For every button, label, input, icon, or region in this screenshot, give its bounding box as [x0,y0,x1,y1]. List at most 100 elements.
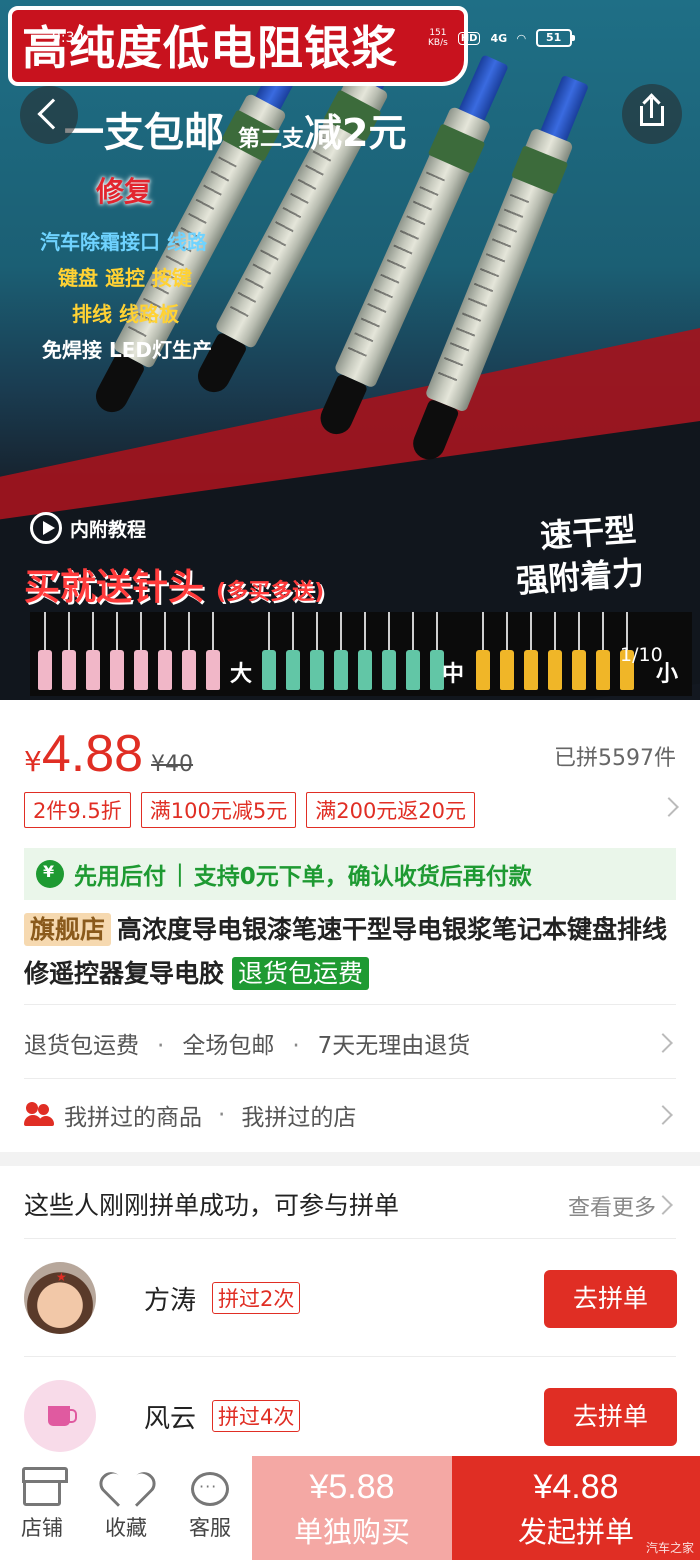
pay-later-banner[interactable]: 先用后付 | 支持0元下单，确认收货后再付款 [24,848,676,900]
strong-adhesion-text: 强附着力 [514,553,646,601]
chevron-right-icon [653,1105,673,1125]
chevron-right-icon [653,1195,673,1215]
needle-green [262,612,276,690]
buy-alone-button[interactable]: ¥5.88 单独购买 [252,1456,452,1560]
needle-yellow [596,612,610,690]
needle-yellow [500,612,514,690]
coupon-tag[interactable]: 满200元返20元 [306,792,476,828]
needle-pink [206,612,220,690]
return-shipping-tag: 退货包运费 [232,957,370,990]
chevron-right-icon [659,797,679,817]
divider [24,1078,676,1079]
service-item: 全场包邮 [182,1033,275,1059]
original-price: ¥40 [151,752,194,777]
gift-sub: (多买多送) [216,580,325,605]
feature-line: 键盘 遥控 按键 [58,266,192,290]
current-price: 4.88 [41,725,144,783]
needle-green [334,612,348,690]
needle-strip: 大 中 小 [30,612,692,696]
history-shops[interactable]: 我拼过的店 [241,1098,356,1132]
feature-heading: 修复 [96,175,153,208]
promo-text: 一支包邮 第二支减2元 [64,100,406,158]
chevron-left-icon [37,98,69,130]
tab-favorite[interactable]: 收藏 [86,1472,166,1542]
group-heading: 这些人刚刚拼单成功，可参与拼单 [24,1191,400,1220]
chat-icon [191,1472,229,1506]
pay-later-text: 支持0元下单，确认收货后再付款 [193,864,532,890]
member-times-badge: 拼过2次 [212,1282,301,1314]
tab-service-label: 客服 [189,1516,231,1540]
needle-green [286,612,300,690]
member-times-badge: 拼过4次 [212,1400,301,1432]
size-medium: 中 [442,662,465,687]
avatar [24,1380,96,1452]
signal-icon: 4G [490,31,508,45]
product-page: 高纯度低电阻银浆 9:30 151 KB/s HD 4G ◠ 51 一支包邮 第二支… [0,0,700,1560]
needle-green [310,612,324,690]
buy-alone-label: 单独购买 [293,1515,410,1549]
needle-green [382,612,396,690]
gift-text: 买就送针头 (多买多送) [24,558,324,610]
pay-later-divider: | [176,861,184,887]
join-group-button[interactable]: 去拼单 [544,1270,677,1328]
member-name: 风云 [144,1404,197,1434]
hd-icon: HD [457,31,481,45]
image-counter: 1/10 [620,644,663,666]
coupon-arrow[interactable] [659,797,679,817]
battery-icon: 51 [535,29,575,47]
promo-one: 一支包邮 [64,110,224,156]
flagship-badge: 旗舰店 [24,913,112,946]
member-name: 方涛 [144,1286,197,1316]
needle-pink [62,612,76,690]
history-row[interactable]: 我拼过的商品 · 我拼过的店 [24,1098,356,1132]
needle-yellow [476,612,490,690]
needle-yellow [524,612,538,690]
service-arrow[interactable] [653,1033,673,1053]
start-group-button[interactable]: ¥4.88 发起拼单 汽车之家 [452,1456,700,1560]
needle-green [358,612,372,690]
pay-later-label: 先用后付 [74,864,166,890]
play-icon [30,512,62,544]
gift-main: 买就送针头 [24,567,205,608]
price-row: ¥ 4.88 ¥40 [24,724,193,784]
history-goods[interactable]: 我拼过的商品 [64,1098,202,1132]
status-bar-right: 151 KB/s HD 4G ◠ 51 [428,26,575,50]
feature-line: 免焊接 LED灯生产 [42,338,212,362]
needle-pink [134,612,148,690]
coupon-list[interactable]: 2件9.5折 满100元减5元 满200元返20元 [24,792,476,828]
pay-later-icon [36,860,64,888]
join-group-button[interactable]: 去拼单 [544,1388,677,1446]
group-member-row: 方涛 拼过2次 去拼单 [0,1238,700,1356]
see-more-link[interactable]: 查看更多 [568,1190,656,1222]
coupon-tag[interactable]: 2件9.5折 [24,792,131,828]
currency-symbol: ¥ [24,745,42,778]
history-arrow[interactable] [653,1105,673,1125]
sold-count: 已拼5597件 [554,746,676,771]
needle-pink [86,612,100,690]
service-item: 退货包运费 [24,1033,139,1059]
product-image-carousel[interactable]: 高纯度低电阻银浆 9:30 151 KB/s HD 4G ◠ 51 一支包邮 第二支… [0,0,700,700]
avatar [24,1262,96,1334]
needle-pink [110,612,124,690]
tab-shop[interactable]: 店铺 [2,1467,82,1542]
history-dot: · [218,1102,226,1128]
service-row[interactable]: 退货包运费 · 全场包邮 · 7天无理由退货 [24,1026,676,1060]
needle-pink [158,612,172,690]
share-button[interactable] [622,84,682,144]
wifi-icon: ◠ [517,31,526,45]
promo-minus: 减2元 [304,111,407,155]
needle-pink [182,612,196,690]
size-large: 大 [230,662,253,687]
network-speed: 151 KB/s [428,28,448,48]
service-item: 7天无理由退货 [317,1033,471,1059]
tutorial-label: 内附教程 [30,512,146,544]
tab-service[interactable]: 客服 [170,1472,250,1542]
needle-pink [38,612,52,690]
status-time: 9:30 [52,30,84,46]
needle-yellow [548,612,562,690]
coupon-tag[interactable]: 满100元减5元 [140,792,297,828]
see-more-arrow[interactable] [653,1195,673,1215]
start-group-price: ¥4.88 [533,1468,619,1506]
back-button[interactable] [20,86,78,144]
watermark: 汽车之家 [645,1541,694,1555]
